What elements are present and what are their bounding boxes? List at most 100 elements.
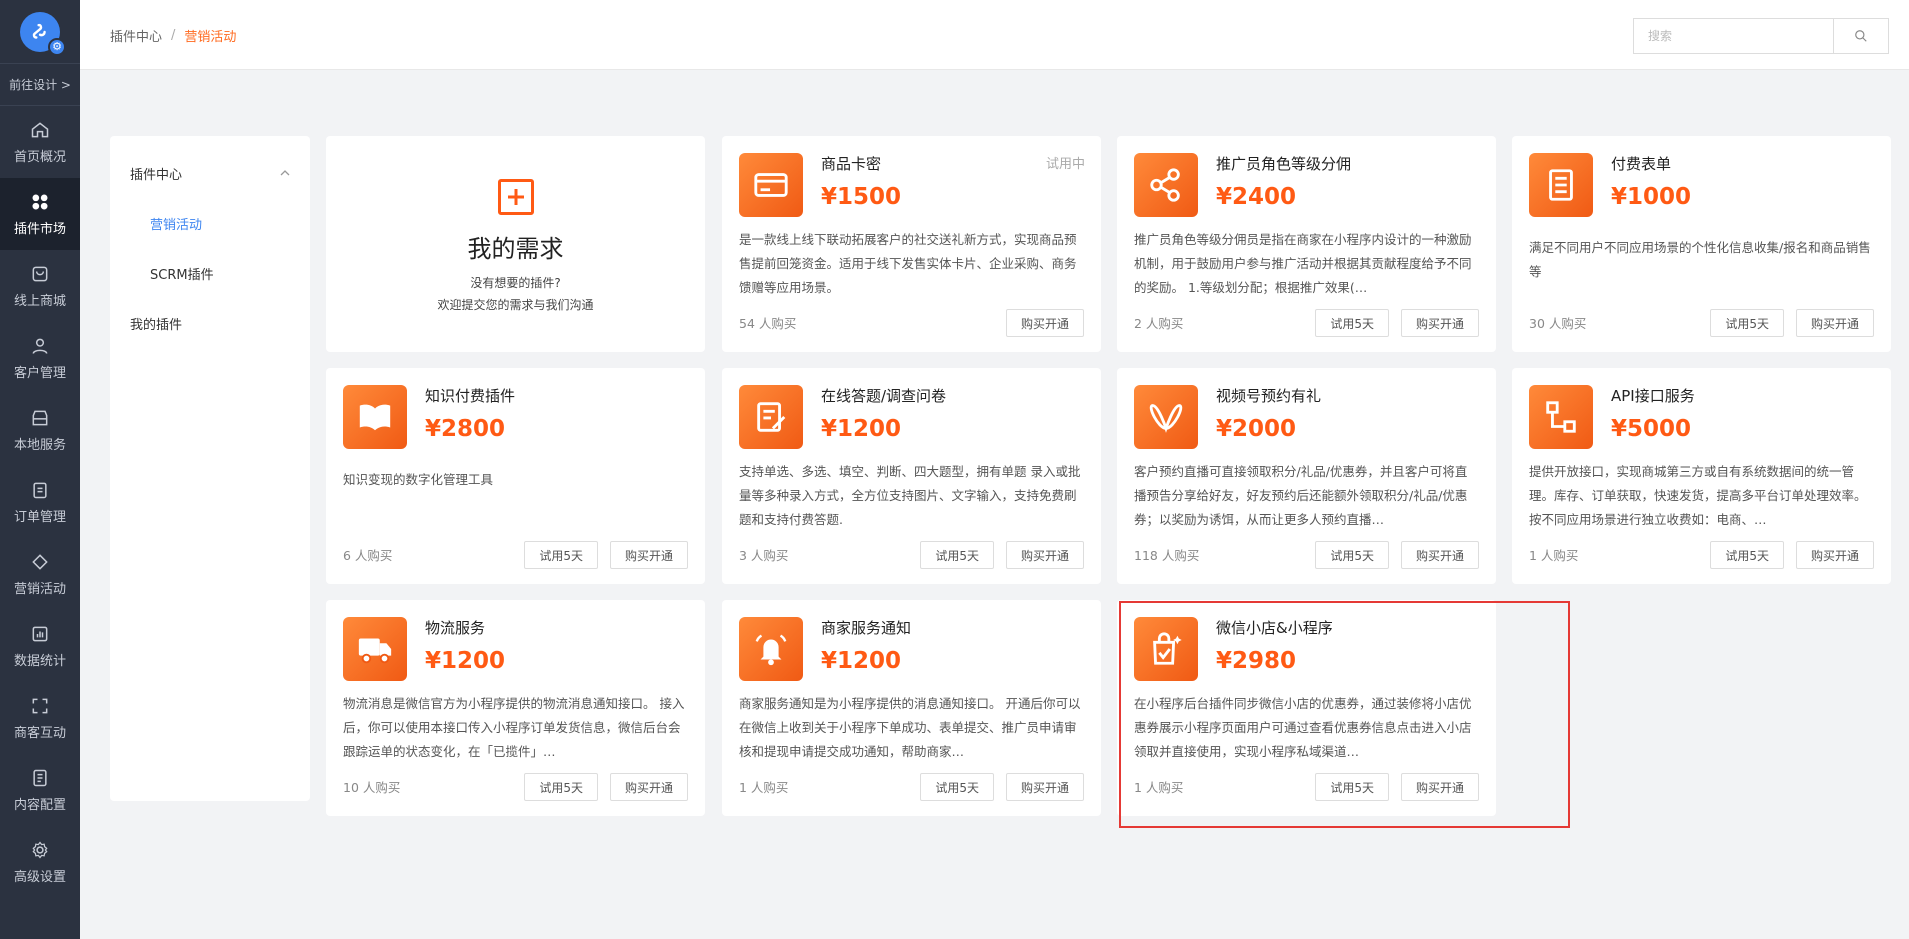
nav-item-label: 线上商城 [13, 293, 66, 309]
plugin-name: 微信小店&小程序 [1216, 619, 1333, 637]
trial-button[interactable]: 试用5天 [1315, 309, 1389, 337]
trial-button[interactable]: 试用5天 [1710, 541, 1784, 569]
nav-item-label: 商客互动 [13, 725, 66, 741]
plugin-card: 物流服务 ¥1200 物流消息是微信官方为小程序提供的物流消息通知接口。 接入后… [326, 600, 705, 816]
card-icon-tile [343, 385, 407, 449]
goto-design-link[interactable]: 前往设计 > [0, 64, 80, 106]
my-needs-line2: 欢迎提交您的需求与我们沟通 [437, 298, 594, 312]
doc-icon [33, 769, 47, 786]
buy-button[interactable]: 购买开通 [609, 541, 688, 569]
nav-item-label: 客户管理 [13, 365, 66, 381]
trial-button[interactable]: 试用5天 [524, 541, 598, 569]
plugin-desc: 满足不同用户不同应用场景的个性化信息收集/报名和商品销售等 [1529, 240, 1871, 279]
trial-button[interactable]: 试用5天 [524, 773, 598, 801]
trial-button[interactable]: 试用5天 [1315, 541, 1389, 569]
plugin-name: 在线答题/调查问卷 [821, 387, 947, 405]
plugin-price: ¥2800 [425, 416, 506, 442]
card-icon-tile [1529, 385, 1593, 449]
subnav-item-scrm[interactable]: SCRM插件 [110, 248, 310, 298]
card-icon-tile [1134, 153, 1198, 217]
subnav-item-marketing[interactable]: 营销活动 [110, 198, 310, 248]
trial-button[interactable]: 试用5天 [1315, 773, 1389, 801]
nav-item-advanced[interactable]: 高级设置 [0, 826, 80, 898]
nav-item-home[interactable]: 首页概况 [0, 106, 80, 178]
nav-item-label: 营销活动 [13, 581, 66, 597]
plugin-name: API接口服务 [1611, 387, 1695, 405]
buy-button[interactable]: 购买开通 [1005, 773, 1084, 801]
top-bar: 插件中心 / 营销活动 [80, 0, 1909, 70]
store-icon [32, 410, 48, 425]
home-icon [31, 121, 49, 137]
api-tree-icon [1546, 401, 1576, 433]
nav-item-customers[interactable]: 客户管理 [0, 322, 80, 394]
main-nav: ⚙ 前往设计 > 首页概况 插件市场 线上商城 客户管理 本地服务 订单管理 营… [0, 0, 80, 939]
plugin-desc: 在小程序后台插件同步微信小店的优惠券，通过装修将小店优惠券展示小程序页面用户可通… [1134, 696, 1472, 759]
credit-card-icon [754, 173, 788, 197]
buy-button[interactable]: 购买开通 [1400, 773, 1479, 801]
nav-item-label: 高级设置 [13, 869, 66, 885]
shop-icon [32, 266, 48, 281]
plugin-desc: 提供开放接口，实现商城第三方或自有系统数据间的统一管理。库存、订单获取，快速发货… [1529, 464, 1867, 527]
subnav-group-plugin-center[interactable]: 插件中心 [110, 148, 310, 198]
buy-button[interactable]: 购买开通 [1400, 309, 1479, 337]
plugin-price: ¥2000 [1216, 416, 1297, 442]
app-logo[interactable]: ⚙ [0, 0, 80, 64]
buy-button[interactable]: 购买开通 [1005, 541, 1084, 569]
search-button[interactable] [1833, 18, 1889, 54]
search-input[interactable] [1633, 18, 1833, 54]
subnav-item-my-plugins[interactable]: 我的插件 [110, 298, 310, 348]
logo-mark: ⚙ [20, 11, 66, 56]
nav-item-marketing[interactable]: 营销活动 [0, 538, 80, 610]
buyer-count: 118 人购买 [1134, 548, 1200, 563]
my-needs-card[interactable]: 我的需求 没有想要的插件? 欢迎提交您的需求与我们沟通 [326, 136, 705, 352]
buyer-count: 1 人购买 [1134, 780, 1184, 795]
book-icon [359, 404, 391, 431]
nav-item-local-service[interactable]: 本地服务 [0, 394, 80, 466]
nav-item-online-mall[interactable]: 线上商城 [0, 250, 80, 322]
nav-item-content[interactable]: 内容配置 [0, 754, 80, 826]
plugin-card: 知识付费插件 ¥2800 知识变现的数字化管理工具 6 人购买 试用5天 购买开… [326, 368, 705, 584]
apps-icon [32, 194, 48, 209]
gear-icon [32, 840, 48, 859]
buyer-count: 1 人购买 [1529, 548, 1579, 563]
plugin-desc: 推广员角色等级分佣员是指在商家在小程序内设计的一种激励机制，用于鼓励用户参与推广… [1134, 232, 1472, 295]
nav-item-label: 插件市场 [13, 221, 66, 237]
plugin-card: API接口服务 ¥5000 提供开放接口，实现商城第三方或自有系统数据间的统一管… [1512, 368, 1891, 584]
plugin-desc: 商家服务通知是为小程序提供的消息通知接口。 开通后你可以在微信上收到关于小程序下… [739, 696, 1081, 759]
nav-item-statistics[interactable]: 数据统计 [0, 610, 80, 682]
logo-gear-icon: ⚙ [48, 37, 66, 56]
breadcrumb-root[interactable]: 插件中心 [110, 26, 162, 45]
link-icon [32, 23, 46, 39]
plugin-name: 付费表单 [1611, 155, 1672, 173]
buyer-count: 54 人购买 [739, 316, 797, 331]
trial-button[interactable]: 试用5天 [1710, 309, 1784, 337]
plugin-price: ¥2980 [1216, 648, 1297, 674]
search-bar [1633, 18, 1889, 54]
buy-button[interactable]: 购买开通 [1795, 541, 1874, 569]
diamond-icon [32, 553, 48, 570]
plugin-name: 物流服务 [425, 619, 486, 637]
chevron-up-icon [280, 170, 290, 176]
plugin-desc: 支持单选、多选、填空、判断、四大题型，拥有单题 录入或批量等多种录入方式，全方位… [739, 464, 1081, 527]
plugin-desc: 物流消息是微信官方为小程序提供的物流消息通知接口。 接入后，你可以使用本接口传入… [343, 696, 685, 759]
plugin-card: 视频号预约有礼 ¥2000 客户预约直播可直接领取积分/礼品/优惠券，并且客户可… [1117, 368, 1496, 584]
trial-button[interactable]: 试用5天 [920, 773, 994, 801]
plugin-desc: 知识变现的数字化管理工具 [343, 472, 494, 487]
nav-item-plugin-market[interactable]: 插件市场 [0, 178, 80, 250]
nav-item-orders[interactable]: 订单管理 [0, 466, 80, 538]
buy-button[interactable]: 购买开通 [1005, 309, 1084, 337]
nav-item-interaction[interactable]: 商客互动 [0, 682, 80, 754]
card-icon-tile [739, 617, 803, 681]
buy-button[interactable]: 购买开通 [1795, 309, 1874, 337]
plugin-price: ¥1200 [821, 648, 902, 674]
buy-button[interactable]: 购买开通 [609, 773, 688, 801]
plugin-card: 在线答题/调查问卷 ¥1200 支持单选、多选、填空、判断、四大题型，拥有单题 … [722, 368, 1101, 584]
card-icon-tile [739, 153, 803, 217]
trial-button[interactable]: 试用5天 [920, 541, 994, 569]
plugin-price: ¥1500 [821, 184, 902, 210]
buy-button[interactable]: 购买开通 [1400, 541, 1479, 569]
plugin-name: 商品卡密 [821, 155, 882, 173]
plugin-price: ¥1000 [1611, 184, 1692, 210]
trial-status-tag: 试用中 [1045, 157, 1085, 172]
plugin-price: ¥1200 [425, 648, 506, 674]
